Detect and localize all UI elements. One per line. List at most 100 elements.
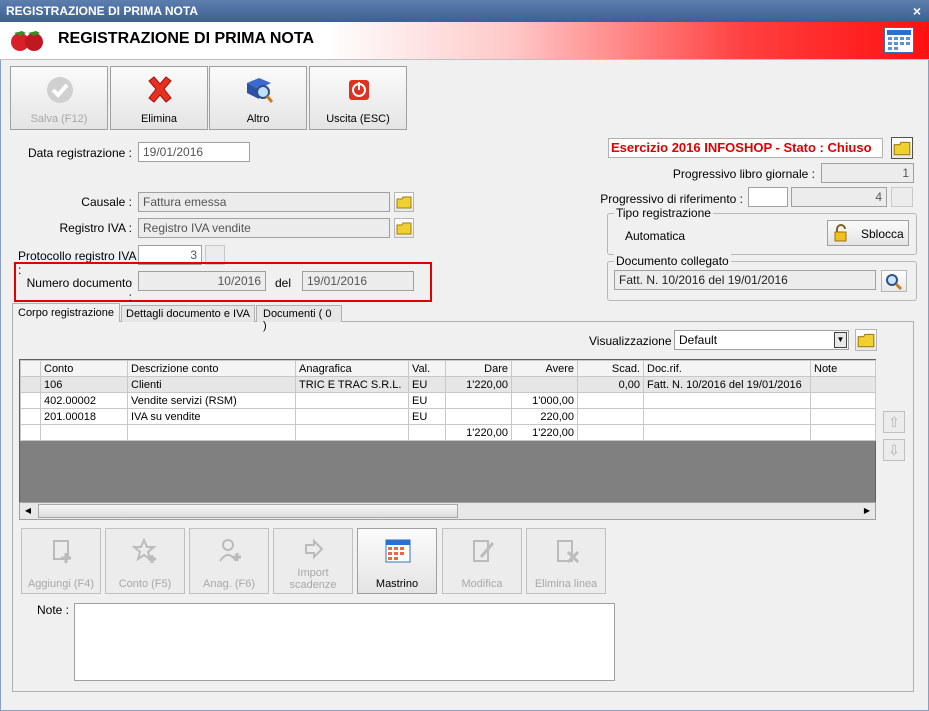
add-doc-icon [53,540,71,563]
view-folder-icon[interactable] [855,329,877,351]
table-cell[interactable] [810,376,876,393]
column-header[interactable]: Doc.rif. [643,360,811,377]
column-header[interactable]: Val. [408,360,446,377]
table-cell[interactable] [511,376,578,393]
exit-label: Uscita (ESC) [326,113,390,125]
grid-panel: Conto Descrizione conto Anagrafica Val. … [19,359,876,520]
table-cell[interactable]: Vendite servizi (RSM) [127,392,296,409]
row-indicator-header [20,360,41,377]
chevron-down-icon[interactable]: ▼ [834,332,847,348]
causale-field[interactable]: Fattura emessa [138,192,390,212]
column-header[interactable]: Dare [445,360,512,377]
prog-rif-field[interactable]: 4 [791,187,887,207]
save-button[interactable]: Salva (F12) [10,66,108,130]
table-cell[interactable]: 106 [40,376,128,393]
total-dare: 1'220,00 [445,424,512,441]
anag-label: Anag. (F6) [203,578,255,590]
table-cell[interactable]: EU [408,408,446,425]
anag-button[interactable]: Anag. (F6) [189,528,269,594]
column-header[interactable]: Note [810,360,876,377]
row-indicator[interactable] [20,408,41,425]
del-field[interactable]: 19/01/2016 [302,271,414,291]
table-cell[interactable] [445,408,512,425]
scroll-right-icon[interactable]: ▶ [860,504,874,518]
edit-button[interactable]: Modifica [442,528,522,594]
esercizio-folder-icon[interactable] [891,137,913,159]
column-header[interactable]: Scad. [577,360,644,377]
table-cell[interactable]: 1'220,00 [445,376,512,393]
table-cell [577,424,644,441]
table-cell[interactable] [295,392,409,409]
table-cell[interactable]: EU [408,376,446,393]
column-header[interactable]: Anagrafica [295,360,409,377]
import-scadenze-button[interactable]: Import scadenze [273,528,353,594]
documento-collegato-field[interactable]: Fatt. N. 10/2016 del 19/01/2016 [614,270,876,290]
table-cell[interactable]: 220,00 [511,408,578,425]
exit-button[interactable]: Uscita (ESC) [309,66,407,130]
delete-line-button[interactable]: Elimina linea [526,528,606,594]
table-cell[interactable]: 1'000,00 [511,392,578,409]
table-row[interactable]: 402.00002 Vendite servizi (RSM) EU 1'000… [20,392,876,409]
close-icon[interactable]: × [913,0,921,22]
table-cell [408,424,446,441]
data-reg-field[interactable]: 19/01/2016 [138,142,250,162]
sblocca-button[interactable]: Sblocca [827,220,909,246]
horizontal-scrollbar[interactable]: ◀ ▶ [19,502,876,520]
move-down-icon[interactable]: ⇩ [883,439,905,461]
column-header[interactable]: Descrizione conto [127,360,296,377]
view-select[interactable]: Default [674,330,849,350]
table-cell[interactable] [643,392,811,409]
total-avere: 1'220,00 [511,424,578,441]
account-button[interactable]: Conto (F5) [105,528,185,594]
window-title: REGISTRAZIONE DI PRIMA NOTA [6,4,198,18]
power-icon [349,80,369,100]
table-cell[interactable]: IVA su vendite [127,408,296,425]
tab-dettagli-documento[interactable]: Dettagli documento e IVA [121,305,255,322]
registro-field[interactable]: Registro IVA vendite [138,218,390,238]
prog-rif-prefix-field[interactable] [748,187,788,207]
causale-folder-icon[interactable] [394,192,414,212]
table-cell[interactable]: TRIC E TRAC S.R.L. [295,376,409,393]
mastrino-button[interactable]: Mastrino [357,528,437,594]
other-button[interactable]: Altro [209,66,307,130]
data-reg-label: Data registrazione : [27,146,132,160]
table-row[interactable]: 201.00018 IVA su vendite EU 220,00 [20,408,876,425]
delete-button[interactable]: Elimina [110,66,208,130]
table-cell[interactable]: 402.00002 [40,392,128,409]
table-cell[interactable] [577,392,644,409]
column-header[interactable]: Avere [511,360,578,377]
view-select-value: Default [679,333,718,347]
tab-corpo-registrazione[interactable]: Corpo registrazione [12,303,120,322]
note-textarea[interactable] [74,603,615,681]
table-cell[interactable] [810,392,876,409]
table-cell[interactable]: 201.00018 [40,408,128,425]
table-cell[interactable] [810,408,876,425]
tab-documenti[interactable]: Documenti ( 0 ) [256,305,342,332]
row-indicator[interactable] [20,376,41,393]
column-header[interactable]: Conto [40,360,128,377]
registro-label: Registro IVA : [59,221,132,235]
documento-search-icon[interactable] [881,270,907,292]
table-cell[interactable]: Fatt. N. 10/2016 del 19/01/2016 [643,376,811,393]
numdoc-field[interactable]: 10/2016 [138,271,266,291]
person-plus-icon [219,539,241,562]
table-cell[interactable] [445,392,512,409]
row-indicator[interactable] [20,392,41,409]
scrollbar-thumb[interactable] [38,504,458,518]
table-cell[interactable] [643,408,811,425]
table-cell[interactable]: 0,00 [577,376,644,393]
table-cell[interactable] [295,408,409,425]
table-cell[interactable] [577,408,644,425]
calendar-icon[interactable] [884,27,914,53]
table-cell[interactable]: Clienti [127,376,296,393]
table-cell[interactable]: EU [408,392,446,409]
registro-folder-icon[interactable] [394,218,414,238]
prog-rif-lock-icon[interactable] [891,187,913,207]
prog-libro-field[interactable]: 1 [821,163,914,183]
move-up-icon[interactable]: ⇧ [883,411,905,433]
tipo-registrazione-value: Automatica [625,229,686,243]
table-row[interactable]: 106 Clienti TRIC E TRAC S.R.L. EU 1'220,… [20,376,876,393]
add-line-button[interactable]: Aggiungi (F4) [21,528,101,594]
scroll-left-icon[interactable]: ◀ [21,504,35,518]
import-icon [305,538,324,560]
